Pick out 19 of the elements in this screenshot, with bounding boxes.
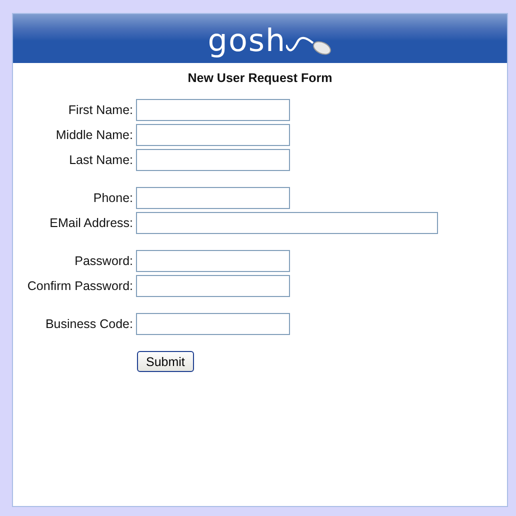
field-label: First Name:: [67, 103, 134, 117]
input-field[interactable]: [136, 313, 290, 335]
field-label: Confirm Password:: [26, 279, 134, 293]
input-field[interactable]: [136, 212, 438, 234]
field-label: EMail Address:: [48, 216, 134, 230]
form-title: New User Request Form: [186, 71, 334, 85]
input-field[interactable]: [136, 149, 290, 171]
logo-text: gosh: [208, 22, 286, 61]
field-label: Phone:: [92, 191, 134, 205]
input-field[interactable]: [136, 187, 290, 209]
field-label: Business Code:: [44, 317, 134, 331]
input-field[interactable]: [136, 99, 290, 121]
field-label: Password:: [74, 254, 134, 268]
input-field[interactable]: [136, 275, 290, 297]
field-label: Middle Name:: [54, 128, 134, 142]
submit-button[interactable]: Submit: [137, 351, 194, 372]
input-field[interactable]: [136, 250, 290, 272]
input-field[interactable]: [136, 124, 290, 146]
field-label: Last Name:: [68, 153, 134, 167]
